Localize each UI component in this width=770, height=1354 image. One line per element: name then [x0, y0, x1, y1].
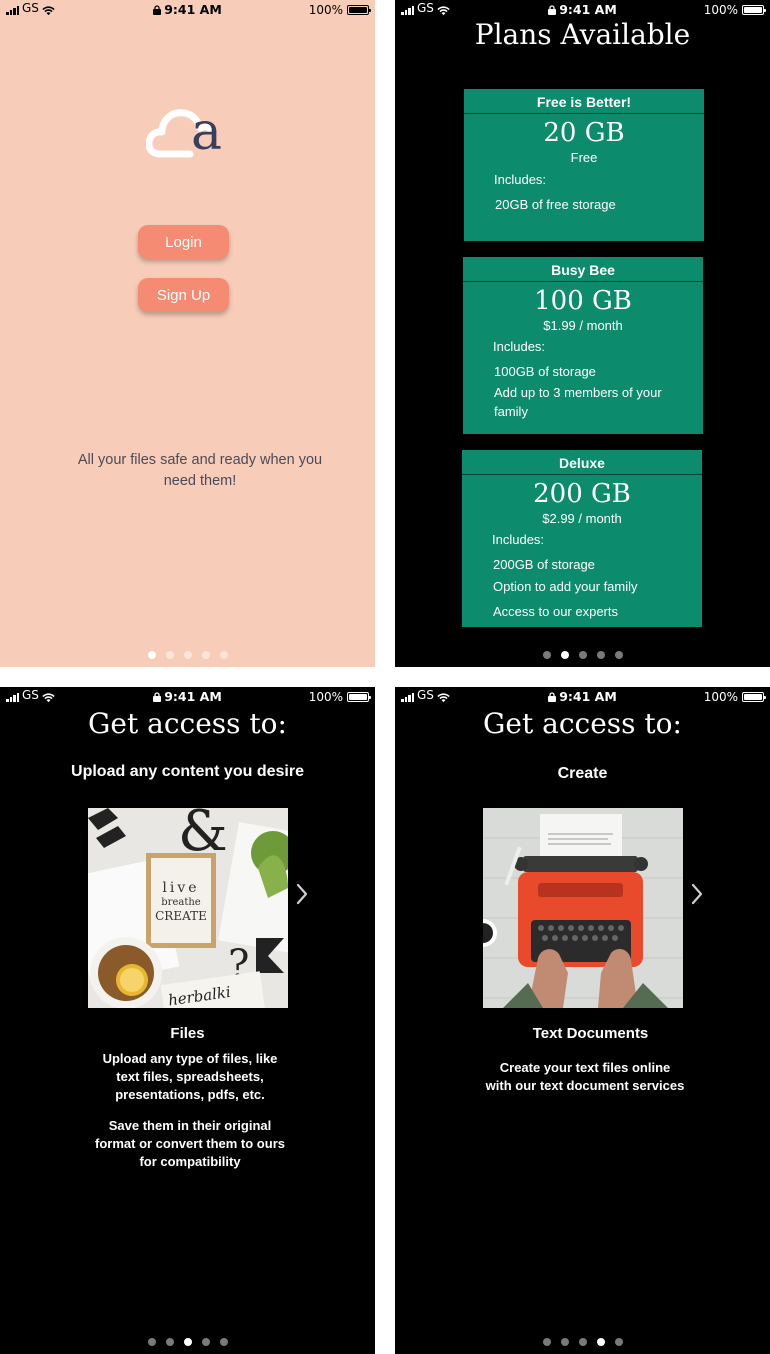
item-description: Upload any type of files, like text file…	[102, 1051, 278, 1102]
plan-price: $1.99 / month	[543, 318, 623, 333]
page-title: Get access to:	[88, 707, 287, 740]
plan-feature: Option to add your family	[493, 579, 638, 594]
page-indicator[interactable]	[395, 1338, 770, 1346]
plan-feature: Add up to 3 members of your family	[494, 385, 662, 419]
login-button[interactable]: Login	[138, 225, 229, 259]
section-subtitle: Upload any content you desire	[71, 763, 304, 780]
item-description: Save them in their original format or co…	[95, 1118, 285, 1169]
plan-price: $2.99 / month	[542, 511, 622, 526]
page-dot[interactable]	[542, 1338, 551, 1346]
page-dot[interactable]	[578, 651, 587, 659]
plan-feature: Access to our experts	[493, 604, 618, 619]
signup-button[interactable]: Sign Up	[138, 278, 229, 312]
page-dot[interactable]	[147, 651, 156, 659]
battery-percent: 100%	[703, 3, 738, 17]
plan-size: 200 GB	[533, 479, 631, 509]
battery-percent: 100%	[308, 690, 343, 704]
clock: 9:41 AM	[559, 2, 617, 17]
battery-percent: 100%	[308, 3, 343, 17]
page-dot[interactable]	[596, 1338, 605, 1346]
files-screen: GS 9:41 AM 100% Get access to: Upload an…	[0, 687, 375, 1354]
page-dot[interactable]	[614, 651, 623, 659]
chevron-right-icon[interactable]	[295, 882, 309, 906]
page-dot[interactable]	[219, 1338, 228, 1346]
status-bar: GS 9:41 AM 100%	[395, 0, 770, 20]
page-dot[interactable]	[183, 1338, 192, 1346]
page-dot[interactable]	[147, 1338, 156, 1346]
plan-feature: 200GB of storage	[493, 557, 595, 572]
lock-icon	[153, 5, 162, 15]
page-title: Get access to:	[483, 707, 682, 740]
clock: 9:41 AM	[164, 689, 222, 704]
page-dot[interactable]	[201, 651, 210, 659]
plan-includes-label: Includes:	[493, 339, 546, 354]
clock: 9:41 AM	[164, 2, 222, 17]
battery-percent: 100%	[703, 690, 738, 704]
page-indicator[interactable]	[0, 1338, 375, 1346]
page-dot[interactable]	[219, 651, 228, 659]
battery-icon	[742, 692, 766, 702]
plan-size: 20 GB	[543, 118, 625, 148]
typewriter-photo	[483, 808, 683, 1008]
section-subtitle: Create	[557, 765, 608, 782]
plan-feature: 20GB of free storage	[495, 197, 616, 212]
plan-includes-label: Includes:	[494, 172, 547, 187]
plan-card-deluxe[interactable]: Deluxe 200 GB $2.99 / month Includes: 20…	[462, 450, 702, 627]
item-title: Text Documents	[532, 1025, 649, 1042]
frame-line-3: CREATE	[155, 909, 207, 923]
files-photo: & live breathe CREATE ? herbalki	[88, 808, 288, 1008]
plan-name: Free is Better!	[464, 89, 704, 114]
page-dot[interactable]	[578, 1338, 587, 1346]
plan-name: Deluxe	[462, 450, 702, 475]
tagline: All your files safe and ready when you n…	[77, 452, 323, 489]
frame-line-2: breathe	[161, 897, 201, 908]
chevron-right-icon[interactable]	[690, 882, 704, 906]
logo-letter: a	[191, 102, 223, 162]
battery-icon	[347, 692, 371, 702]
frame-line-1: live	[162, 880, 199, 896]
status-bar: GS 9:41 AM 100%	[0, 687, 375, 707]
lock-icon	[548, 692, 557, 702]
page-indicator[interactable]	[0, 651, 375, 659]
text-documents-screen: GS 9:41 AM 100% Get access to: Create Te…	[395, 687, 770, 1354]
status-bar: GS 9:41 AM 100%	[395, 687, 770, 707]
page-dot[interactable]	[560, 651, 569, 659]
clock: 9:41 AM	[559, 689, 617, 704]
page-dot[interactable]	[560, 1338, 569, 1346]
page-indicator[interactable]	[395, 651, 770, 659]
plan-card-free[interactable]: Free is Better! 20 GB Free Includes: 20G…	[464, 89, 704, 241]
plan-price: Free	[570, 150, 598, 165]
battery-icon	[742, 5, 766, 15]
page-dot[interactable]	[596, 651, 605, 659]
page-dot[interactable]	[614, 1338, 623, 1346]
page-dot[interactable]	[201, 1338, 210, 1346]
page-title: Plans Available	[474, 18, 691, 51]
lock-icon	[548, 5, 557, 15]
page-dot[interactable]	[542, 651, 551, 659]
plan-includes-label: Includes:	[492, 532, 545, 547]
page-dot[interactable]	[183, 651, 192, 659]
plans-screen: GS 9:41 AM 100% Plans Available Free is …	[395, 0, 770, 667]
page-dot[interactable]	[165, 651, 174, 659]
plan-card-busy-bee[interactable]: Busy Bee 100 GB $1.99 / month Includes: …	[463, 257, 703, 434]
item-title: Files	[170, 1025, 205, 1042]
status-bar: GS 9:41 AM 100%	[0, 0, 375, 20]
lock-icon	[153, 692, 162, 702]
item-description: Create your text files online with our t…	[485, 1060, 685, 1093]
plan-name: Busy Bee	[463, 257, 703, 282]
plan-feature: 100GB of storage	[494, 364, 596, 379]
welcome-screen: GS 9:41 AM 100% a Login Sign Up All your…	[0, 0, 375, 667]
page-dot[interactable]	[165, 1338, 174, 1346]
battery-icon	[347, 5, 371, 15]
plan-size: 100 GB	[534, 286, 632, 316]
